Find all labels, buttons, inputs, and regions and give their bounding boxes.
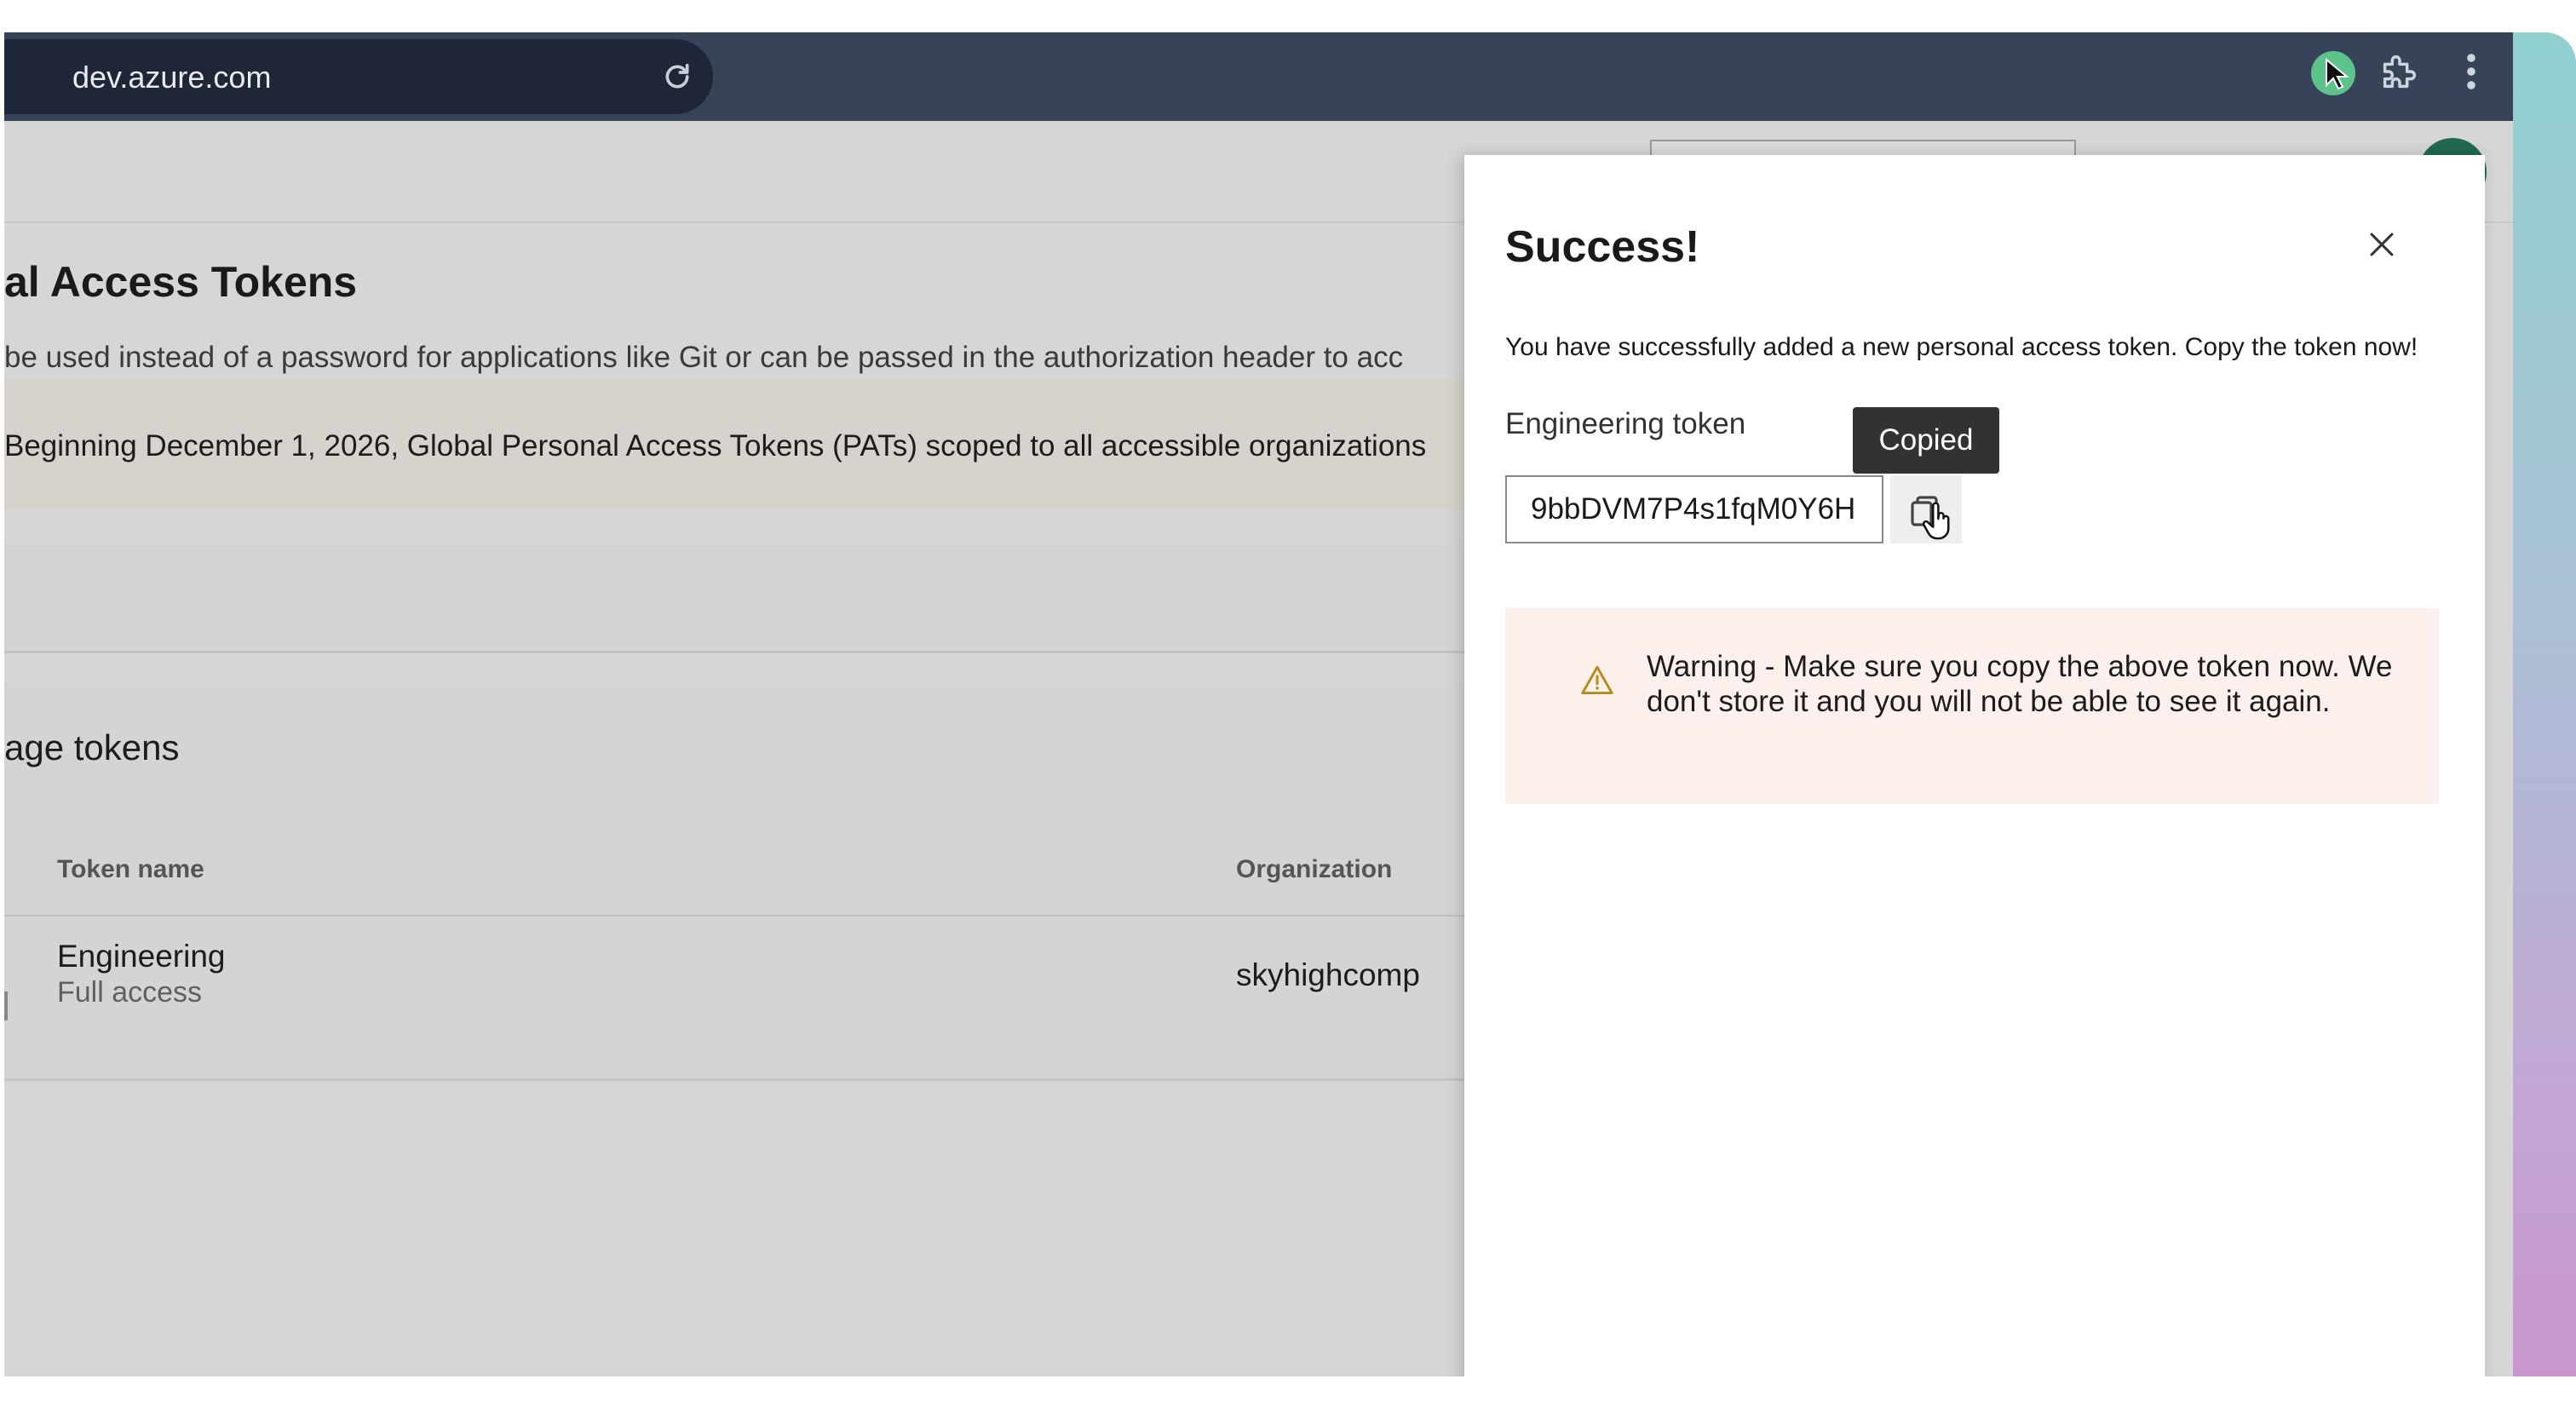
warning-message-bar: Warning - Make sure you copy the above t… — [1505, 608, 2439, 804]
column-header-token-name[interactable]: Token name — [57, 855, 204, 884]
address-bar-url[interactable]: dev.azure.com — [72, 60, 271, 95]
warning-icon — [1581, 665, 1613, 695]
desktop-edge — [2513, 32, 2576, 1376]
table-divider — [4, 915, 1486, 917]
warning-text: Warning - Make sure you copy the above t… — [1647, 650, 2393, 718]
token-label: Engineering token — [1505, 407, 1746, 440]
row-select-marker[interactable] — [4, 991, 8, 1020]
copied-tooltip: Copied — [1853, 407, 1999, 474]
dialog-title: Success! — [1505, 222, 1700, 272]
notice-text: Beginning December 1, 2026, Global Perso… — [4, 429, 1427, 463]
table-row-token-scope: Full access — [57, 976, 203, 1009]
table-row-organization: skyhighcomp — [1236, 957, 1420, 992]
browser-window: dev.azure.com al Access Tokens be used i… — [4, 32, 2513, 1376]
page-subtitle: be used instead of a password for applic… — [4, 341, 1404, 374]
copy-token-button[interactable] — [1890, 475, 1962, 543]
token-field[interactable] — [1505, 475, 1883, 543]
dialog-message: You have successfully added a new person… — [1505, 333, 2418, 361]
success-dialog: Success! You have successfully added a n… — [1464, 155, 2485, 1376]
address-bar[interactable]: dev.azure.com — [4, 39, 713, 114]
hand-cursor-icon — [1922, 502, 1950, 540]
close-icon[interactable] — [2367, 230, 2396, 259]
more-vertical-icon[interactable] — [2454, 49, 2488, 94]
column-header-organization[interactable]: Organization — [1236, 855, 1392, 884]
browser-toolbar: dev.azure.com — [4, 32, 2513, 121]
page-title: al Access Tokens — [4, 258, 358, 306]
reload-icon[interactable] — [660, 60, 694, 94]
cursor-extension-icon[interactable] — [2309, 49, 2357, 97]
puzzle-icon[interactable] — [2378, 49, 2422, 94]
filter-card — [4, 543, 1486, 653]
table-row-token-name[interactable]: Engineering — [57, 939, 225, 974]
section-title: age tokens — [4, 727, 180, 767]
